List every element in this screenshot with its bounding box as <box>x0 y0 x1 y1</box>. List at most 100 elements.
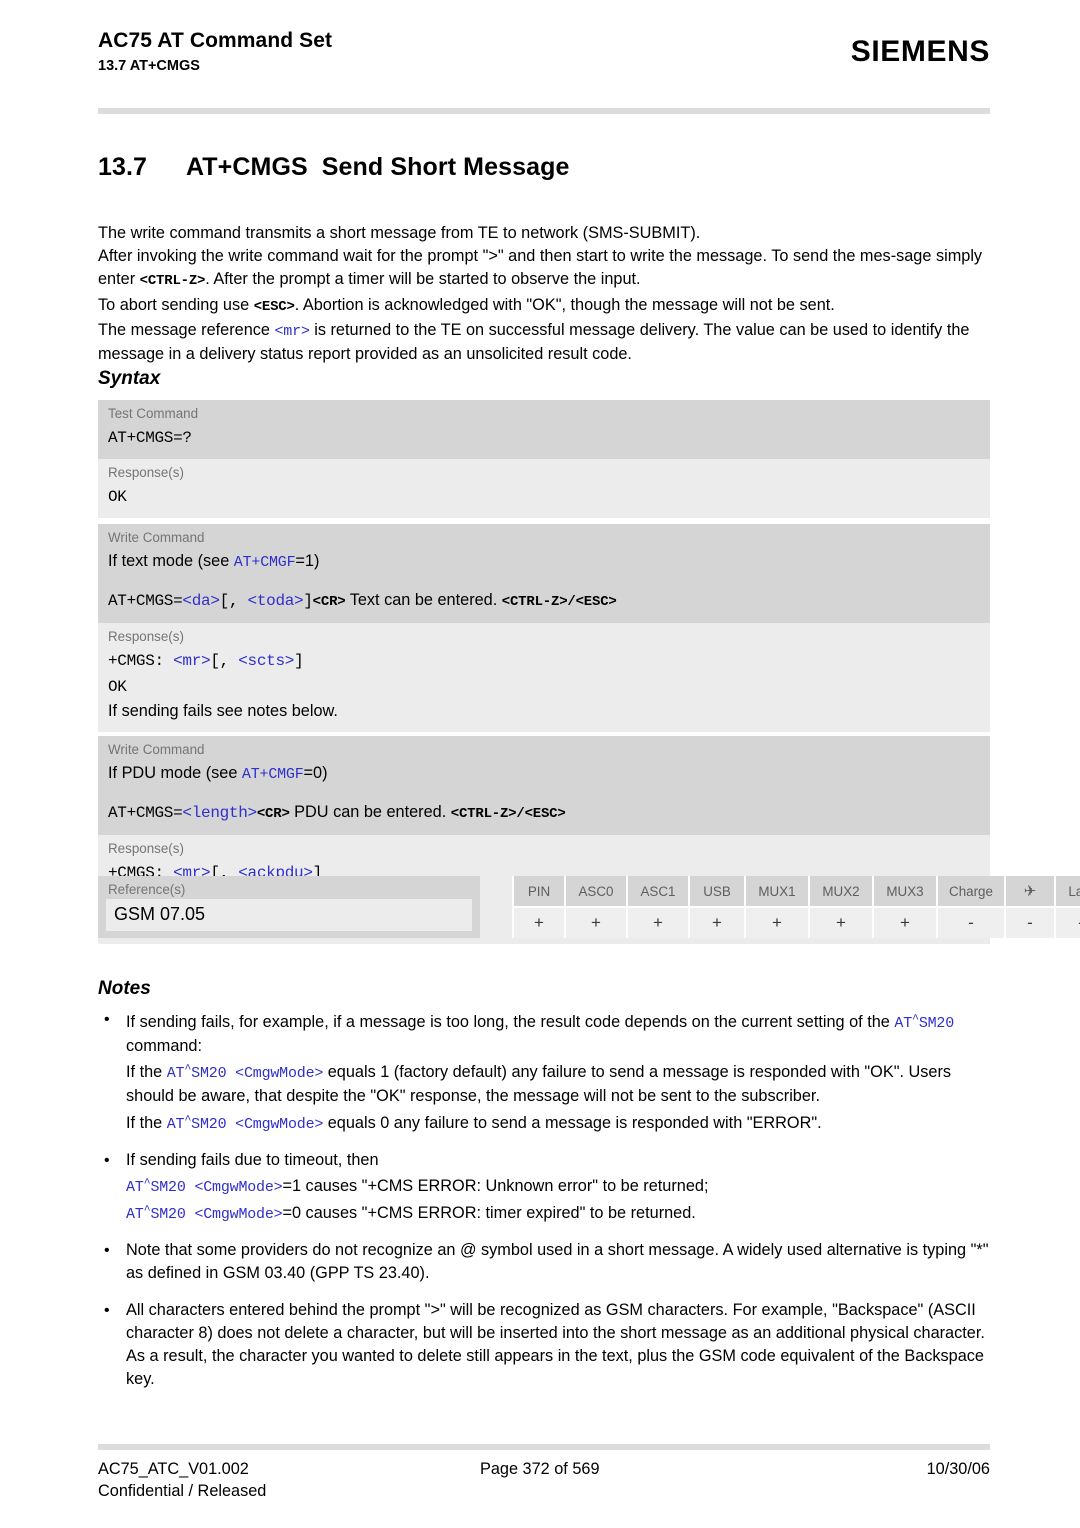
section-command: AT+CMGS <box>186 153 308 181</box>
capability-value-charge: - <box>937 907 1006 938</box>
da-param: <da> <box>182 592 220 610</box>
note-1-text-e: If the <box>126 1113 167 1132</box>
note-3-text: Note that some providers do not recogniz… <box>126 1241 989 1283</box>
esc-code: <ESC> <box>253 298 295 315</box>
bullet-icon: • <box>104 1011 110 1028</box>
intro-line-3-text-a: To abort sending use <box>98 295 254 314</box>
write-pdu-band: Write Command If PDU mode (see AT+CMGF=0… <box>98 736 990 835</box>
write-text-description: Text can be entered. <box>345 591 502 609</box>
note-1-line-1: If sending fails, for example, if a mess… <box>126 1008 994 1058</box>
header-section-ref: 13.7 AT+CMGS <box>98 58 200 74</box>
write-text-resp-prefix: +CMGS: <box>108 652 174 670</box>
header-titles: AC75 AT Command Set 13.7 AT+CMGS <box>98 28 332 76</box>
capability-header-row: PINASC0ASC1USBMUX1MUX2MUX3Charge✈Last <box>512 876 1080 908</box>
section-number: 13.7 <box>98 153 148 181</box>
write-pdu-cmd-prefix: AT+CMGS= <box>108 804 183 822</box>
write-command-text-block: Write Command If text mode (see AT+CMGF=… <box>98 524 990 732</box>
capability-value-asc1: + <box>627 907 690 938</box>
capability-header-mux3: MUX3 <box>873 876 938 908</box>
capability-value-last: - <box>1055 907 1080 938</box>
footer-classification: Confidential / Released <box>98 1482 267 1500</box>
capability-value-usb: + <box>689 907 746 938</box>
capability-value-asc0: + <box>565 907 628 938</box>
write-text-label: Write Command <box>108 530 205 545</box>
test-command-band: Test Command AT+CMGS=? <box>98 400 990 459</box>
write-text-resp-mid: [, <box>210 652 239 670</box>
write-text-mode-suffix: =1) <box>295 552 320 570</box>
ctrlz-esc-code-pdu: <CTRL-Z>/<ESC> <box>450 806 566 822</box>
capability-header-mux2: MUX2 <box>809 876 874 908</box>
mr-param: <mr> <box>274 322 310 340</box>
capability-header-usb: USB <box>689 876 746 908</box>
write-pdu-response-label: Response(s) <box>108 841 184 856</box>
at-sm20-cmgwmode-3: AT^SM20 <CmgwMode> <box>126 1175 283 1196</box>
test-command-syntax: AT+CMGS=? <box>108 429 192 447</box>
write-text-resp-end: ] <box>294 652 304 670</box>
note-item-1: • If sending fails, for example, if a me… <box>98 1008 994 1136</box>
intro-line-3-text-b: . Abortion is acknowledged with "OK", th… <box>294 295 835 314</box>
note-1-text-f: equals 0 any failure to send a message i… <box>323 1113 822 1132</box>
capability-value-row: +++++++--- <box>512 907 1080 938</box>
write-text-mode-line: If text mode (see AT+CMGF=1) <box>98 548 990 583</box>
capability-value-pin: + <box>512 907 566 938</box>
bullet-icon: • <box>104 1301 110 1319</box>
cr-code-pdu: <CR> <box>256 806 290 822</box>
reference-capability-row: Reference(s) GSM 07.05 PIN ASC0 ASC1 USB MUX… <box>98 876 1080 938</box>
test-command-value: AT+CMGS=? <box>98 424 990 459</box>
intro-line-4: The message reference <mr> is returned t… <box>98 319 994 366</box>
write-text-resp-ok: OK <box>108 678 127 696</box>
write-pdu-label: Write Command <box>108 742 205 757</box>
note-1-line-2: If the AT^SM20 <CmgwMode> equals 1 (fact… <box>126 1058 994 1108</box>
write-text-bracket-open: [, <box>219 592 248 610</box>
capability-header-charge: Charge <box>937 876 1006 908</box>
page-header: AC75 AT Command Set 13.7 AT+CMGS SIEMENS <box>98 28 990 76</box>
note-2-line-2: AT^SM20 <CmgwMode>=1 causes "+CMS ERROR:… <box>126 1172 994 1199</box>
footer-date: 10/30/06 <box>926 1460 990 1478</box>
at-cmgf-link-pdu[interactable]: AT+CMGF <box>242 766 304 783</box>
write-text-resp-ok-line: OK <box>98 675 990 700</box>
bullet-icon: • <box>104 1242 110 1260</box>
note-1-line-3: If the AT^SM20 <CmgwMode> equals 0 any f… <box>126 1109 994 1136</box>
capability-value-mux1: + <box>745 907 810 938</box>
section-title-text: Send Short Message <box>321 153 570 181</box>
at-sm20-cmgwmode-1: AT^SM20 <CmgwMode> <box>166 1062 324 1083</box>
write-text-bracket-close: ] <box>303 592 313 610</box>
write-pdu-mode-prefix: If PDU mode (see <box>108 764 242 782</box>
write-pdu-description: PDU can be entered. <box>289 803 451 821</box>
airplane-icon: ✈ <box>1005 876 1056 908</box>
write-text-response-band: Response(s) +CMGS: <mr>[, <scts>] OK If … <box>98 623 990 732</box>
document-title: AC75 AT Command Set <box>98 29 333 52</box>
test-response-label: Response(s) <box>108 465 184 480</box>
capability-grid: PINASC0ASC1USBMUX1MUX2MUX3Charge✈Last ++… <box>512 876 1080 938</box>
capability-table: PINASC0ASC1USBMUX1MUX2MUX3Charge✈Last ++… <box>512 876 1080 938</box>
reference-label: Reference(s) <box>108 882 186 897</box>
test-command-block: Test Command AT+CMGS=? Response(s) OK <box>98 400 990 518</box>
footer-page-number: Page 372 of 569 <box>480 1460 600 1478</box>
footer-divider <box>98 1444 990 1450</box>
test-response-ok: OK <box>108 488 127 506</box>
note-item-4: • All characters entered behind the prom… <box>98 1299 994 1392</box>
notes-list: • If sending fails, for example, if a me… <box>98 1008 994 1404</box>
siemens-logo: SIEMENS <box>850 35 990 68</box>
length-param: <length> <box>182 804 257 822</box>
write-text-response-label: Response(s) <box>108 629 184 644</box>
page-footer: AC75_ATC_V01.002 Confidential / Released… <box>98 1458 990 1502</box>
intro-paragraph: The write command transmits a short mess… <box>98 222 994 366</box>
note-2-line-3: AT^SM20 <CmgwMode>=0 causes "+CMS ERROR:… <box>126 1199 994 1226</box>
at-sm20-cmd-1: AT^SM20 <box>894 1012 955 1032</box>
test-response-value: OK <box>98 483 990 518</box>
ctrlz-esc-code-text: <CTRL-Z>/<ESC> <box>501 594 617 610</box>
page-title: 13.7 AT+CMGS Send Short Message <box>98 153 569 182</box>
test-command-label: Test Command <box>108 406 199 421</box>
write-text-mode-prefix: If text mode (see <box>108 552 234 570</box>
capability-header-last: Last <box>1055 876 1080 908</box>
note-item-2: • If sending fails due to timeout, then … <box>98 1149 994 1226</box>
write-text-resp-note: If sending fails see notes below. <box>108 702 338 720</box>
ctrl-z-code: <CTRL-Z> <box>139 273 206 290</box>
at-cmgf-link[interactable]: AT+CMGF <box>234 554 296 571</box>
intro-line-4-text-a: The message reference <box>98 320 275 339</box>
note-4-text: All characters entered behind the prompt… <box>126 1300 985 1389</box>
write-pdu-mode-suffix: =0) <box>303 764 328 782</box>
note-1-text-b: command: <box>126 1037 203 1056</box>
notes-heading: Notes <box>98 978 151 999</box>
